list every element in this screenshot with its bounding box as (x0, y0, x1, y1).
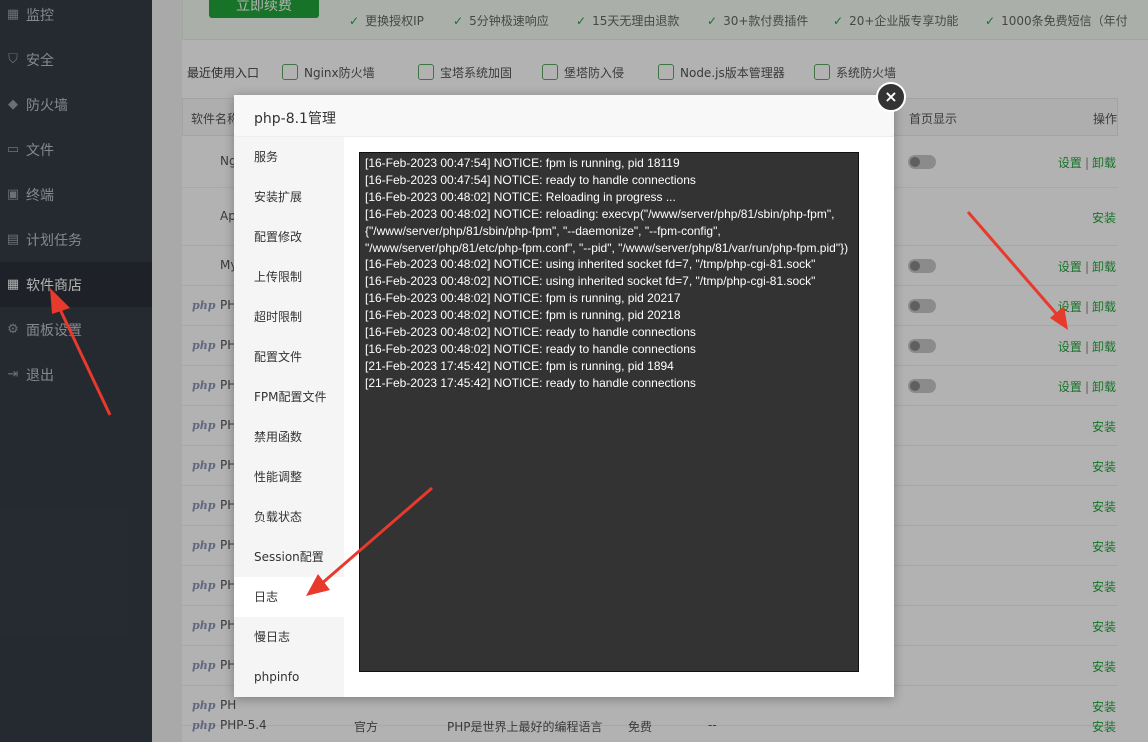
modal-header: php-8.1管理 (234, 95, 894, 137)
modal-nav-item[interactable]: 服务 (234, 137, 344, 177)
log-line: [16-Feb-2023 00:48:02] NOTICE: ready to … (365, 341, 696, 356)
php-manage-modal: php-8.1管理 服务 安装扩展 配置修改 上传限制 超时限制 配置文件 FPM配置文件禁… (234, 95, 894, 697)
log-line: [16-Feb-2023 00:48:02] NOTICE: using inh… (365, 257, 816, 272)
modal-nav-item[interactable]: 超时限制 (234, 297, 344, 337)
modal-nav-item[interactable]: 日志 (234, 577, 344, 617)
modal-nav-item[interactable]: 安装扩展 (234, 177, 344, 217)
modal-nav-item[interactable]: FPM配置文件 (234, 377, 344, 417)
log-line: [21-Feb-2023 17:45:42] NOTICE: fpm is ru… (365, 358, 674, 373)
modal-nav-item[interactable]: 禁用函数 (234, 417, 344, 457)
log-line: [16-Feb-2023 00:47:54] NOTICE: ready to … (365, 172, 696, 187)
modal-nav-item[interactable]: 配置修改 (234, 217, 344, 257)
log-line: [16-Feb-2023 00:48:02] NOTICE: Reloading… (365, 189, 676, 204)
modal-nav-item[interactable]: 配置文件 (234, 337, 344, 377)
log-line: [16-Feb-2023 00:48:02] NOTICE: ready to … (365, 325, 696, 340)
modal-nav-item[interactable]: 慢日志 (234, 617, 344, 657)
modal-nav-item[interactable]: 性能调整 (234, 457, 344, 497)
log-line: [16-Feb-2023 00:48:02] NOTICE: reloading… (365, 206, 849, 255)
log-line: [16-Feb-2023 00:48:02] NOTICE: using inh… (365, 274, 816, 289)
log-line: [16-Feb-2023 00:48:02] NOTICE: fpm is ru… (365, 291, 681, 306)
modal-nav-item[interactable]: phpinfo (234, 657, 344, 697)
modal-nav-item[interactable]: 负载状态 (234, 497, 344, 537)
log-line: [16-Feb-2023 00:48:02] NOTICE: fpm is ru… (365, 308, 681, 323)
log-line: [21-Feb-2023 17:45:42] NOTICE: ready to … (365, 375, 696, 390)
modal-nav-item[interactable]: Session配置 (234, 537, 344, 577)
modal-title: php-8.1管理 (254, 111, 336, 127)
close-icon[interactable]: × (876, 82, 906, 112)
modal-nav-item[interactable]: 上传限制 (234, 257, 344, 297)
log-line: [16-Feb-2023 00:47:54] NOTICE: fpm is ru… (365, 156, 680, 170)
modal-nav: 服务 安装扩展 配置修改 上传限制 超时限制 配置文件 FPM配置文件 禁用函数 性能调整 负载状… (234, 137, 344, 697)
log-viewer[interactable]: [16-Feb-2023 00:47:54] NOTICE: fpm is ru… (359, 152, 859, 672)
